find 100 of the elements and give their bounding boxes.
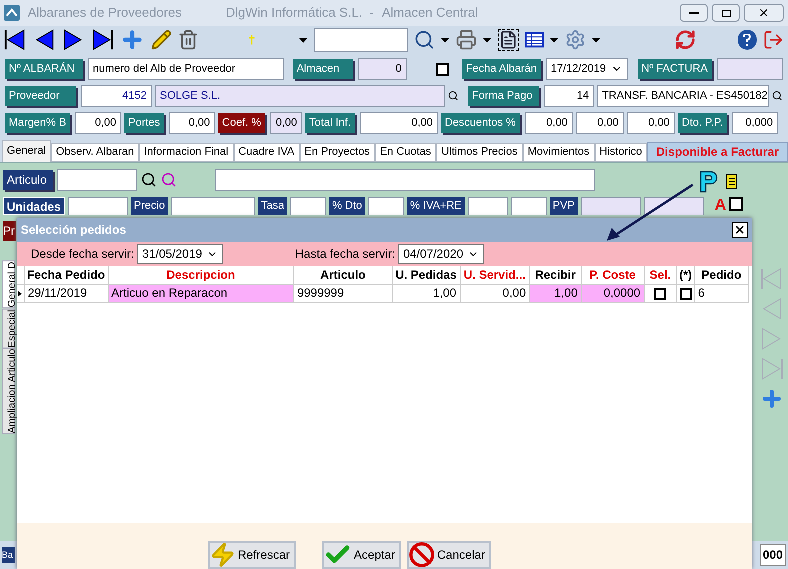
column-header[interactable]: U. Servid... xyxy=(460,266,530,284)
field-label: Nº FACTURA xyxy=(638,59,712,79)
column-header[interactable]: Articulo xyxy=(294,266,393,284)
vertical-tab[interactable]: Ampliacion Articulo xyxy=(2,348,15,435)
input-field[interactable] xyxy=(368,197,404,215)
input-field[interactable] xyxy=(717,58,783,80)
accept-button[interactable]: Aceptar xyxy=(322,541,402,569)
app-icon xyxy=(4,5,20,21)
help-icon[interactable] xyxy=(738,30,757,50)
table-cell: Articuo en Reparacon xyxy=(108,285,294,302)
input-field[interactable]: TRANSF. BANCARIA - ES450182 xyxy=(597,85,770,107)
exit-icon[interactable] xyxy=(762,29,784,51)
last-icon[interactable] xyxy=(91,28,114,52)
checkbox[interactable] xyxy=(654,288,666,300)
column-header[interactable]: U. Pedidas xyxy=(392,266,461,284)
tab[interactable]: Cuadre IVA xyxy=(234,143,300,162)
input-field[interactable] xyxy=(290,197,326,215)
p-letter-icon[interactable] xyxy=(698,170,720,194)
input-field[interactable] xyxy=(580,197,641,215)
table-cell[interactable] xyxy=(644,285,678,302)
tab[interactable]: General xyxy=(2,140,52,162)
input-field[interactable]: numero del Alb de Proveedor xyxy=(88,58,284,80)
column-header[interactable]: P. Coste xyxy=(582,266,645,284)
company-name: DlgWin Informática S.L. - xyxy=(226,4,374,22)
date-picker[interactable]: 17/12/2019 xyxy=(546,58,628,80)
column-header[interactable]: Sel. xyxy=(644,266,678,284)
tab[interactable]: Ultimos Precios xyxy=(436,143,523,162)
input-field[interactable] xyxy=(68,197,128,215)
field-label: Descuentos % xyxy=(441,113,520,133)
edit-icon[interactable] xyxy=(151,29,172,51)
field-label: Pr xyxy=(3,221,16,241)
input-field[interactable]: 0,00 xyxy=(75,112,122,134)
checkbox[interactable] xyxy=(729,197,744,211)
minimize-button[interactable] xyxy=(680,4,708,22)
input-field[interactable]: 0,00 xyxy=(169,112,216,134)
input-field[interactable]: 4152 xyxy=(81,85,152,107)
close-button[interactable] xyxy=(732,222,748,238)
caret-icon[interactable] xyxy=(550,38,559,42)
input-field[interactable] xyxy=(171,197,256,215)
column-header[interactable]: Recibir xyxy=(530,266,582,284)
notepad-icon[interactable] xyxy=(726,174,738,190)
table-cell[interactable] xyxy=(677,285,696,302)
input-field[interactable]: SOLGE S.L. xyxy=(155,85,445,107)
vertical-tab[interactable]: Especial xyxy=(2,308,15,348)
search-icon[interactable] xyxy=(141,172,157,188)
settings-icon[interactable] xyxy=(564,29,586,51)
filter-label: Desde fecha servir: xyxy=(31,246,134,263)
input-field[interactable] xyxy=(215,169,595,191)
column-header[interactable]: (*) xyxy=(677,266,696,284)
input-field[interactable]: 14 xyxy=(544,85,594,107)
input-field[interactable]: 0,00 xyxy=(626,112,675,134)
field-label: Precio xyxy=(131,197,168,215)
field-label: Total Inf. xyxy=(305,113,355,133)
status-badge: Disponible a Facturar xyxy=(647,142,788,162)
input-field[interactable]: 0,00 xyxy=(360,112,438,134)
field-label: Dto. P.P. xyxy=(678,113,728,133)
column-header[interactable]: Fecha Pedido xyxy=(24,266,109,284)
input-field[interactable] xyxy=(510,197,547,215)
add-icon[interactable] xyxy=(760,387,784,411)
printer-icon[interactable] xyxy=(456,29,478,51)
input-field[interactable] xyxy=(57,169,137,191)
refresh-button[interactable]: Refrescar xyxy=(208,541,296,569)
tab[interactable]: En Proyectos xyxy=(300,143,376,162)
checkbox[interactable] xyxy=(680,288,692,300)
input-field[interactable]: 0,00 xyxy=(524,112,573,134)
field-label: Unidades xyxy=(3,197,66,215)
cancel-button[interactable]: Cancelar xyxy=(407,541,492,569)
first-icon[interactable] xyxy=(4,28,28,52)
caret-icon[interactable] xyxy=(441,38,450,42)
grid-icon[interactable] xyxy=(524,32,544,48)
column-header[interactable]: Descripcion xyxy=(108,266,294,284)
tab[interactable]: Movimientos xyxy=(522,143,595,162)
maximize-button[interactable] xyxy=(712,4,740,22)
column-header[interactable]: Pedido xyxy=(695,266,749,284)
date-picker[interactable]: 04/07/2020 xyxy=(398,244,484,264)
field-label: Forma Pago xyxy=(468,86,540,106)
tab[interactable]: Historico xyxy=(594,143,648,162)
checkbox[interactable] xyxy=(436,62,449,76)
input-field[interactable] xyxy=(468,197,508,215)
close-icon xyxy=(734,224,746,236)
tab[interactable]: Informacion Final xyxy=(139,143,234,162)
tab[interactable]: En Cuotas xyxy=(375,143,436,162)
vertical-tab[interactable]: General D xyxy=(2,261,15,309)
refresh-icon[interactable] xyxy=(674,29,696,51)
close-button[interactable] xyxy=(744,4,784,22)
caret-icon[interactable] xyxy=(592,38,601,42)
field-label: % IVA+RE xyxy=(407,197,465,215)
input-field[interactable]: 0 xyxy=(358,58,407,80)
input-field[interactable] xyxy=(644,197,704,215)
search-field[interactable] xyxy=(314,28,408,52)
input-field[interactable]: 0,00 xyxy=(270,112,302,134)
input-field[interactable]: 0,00 xyxy=(576,112,624,134)
trash-icon[interactable] xyxy=(178,29,200,51)
close-icon xyxy=(758,7,770,19)
caret-icon[interactable] xyxy=(483,38,492,42)
input-field[interactable]: 0,000 xyxy=(732,112,778,134)
filter-label: Hasta fecha servir: xyxy=(295,246,396,263)
caret-icon[interactable] xyxy=(299,38,308,42)
tab[interactable]: Observ. Albaran xyxy=(51,143,140,162)
date-picker[interactable]: 31/05/2019 xyxy=(137,244,224,264)
